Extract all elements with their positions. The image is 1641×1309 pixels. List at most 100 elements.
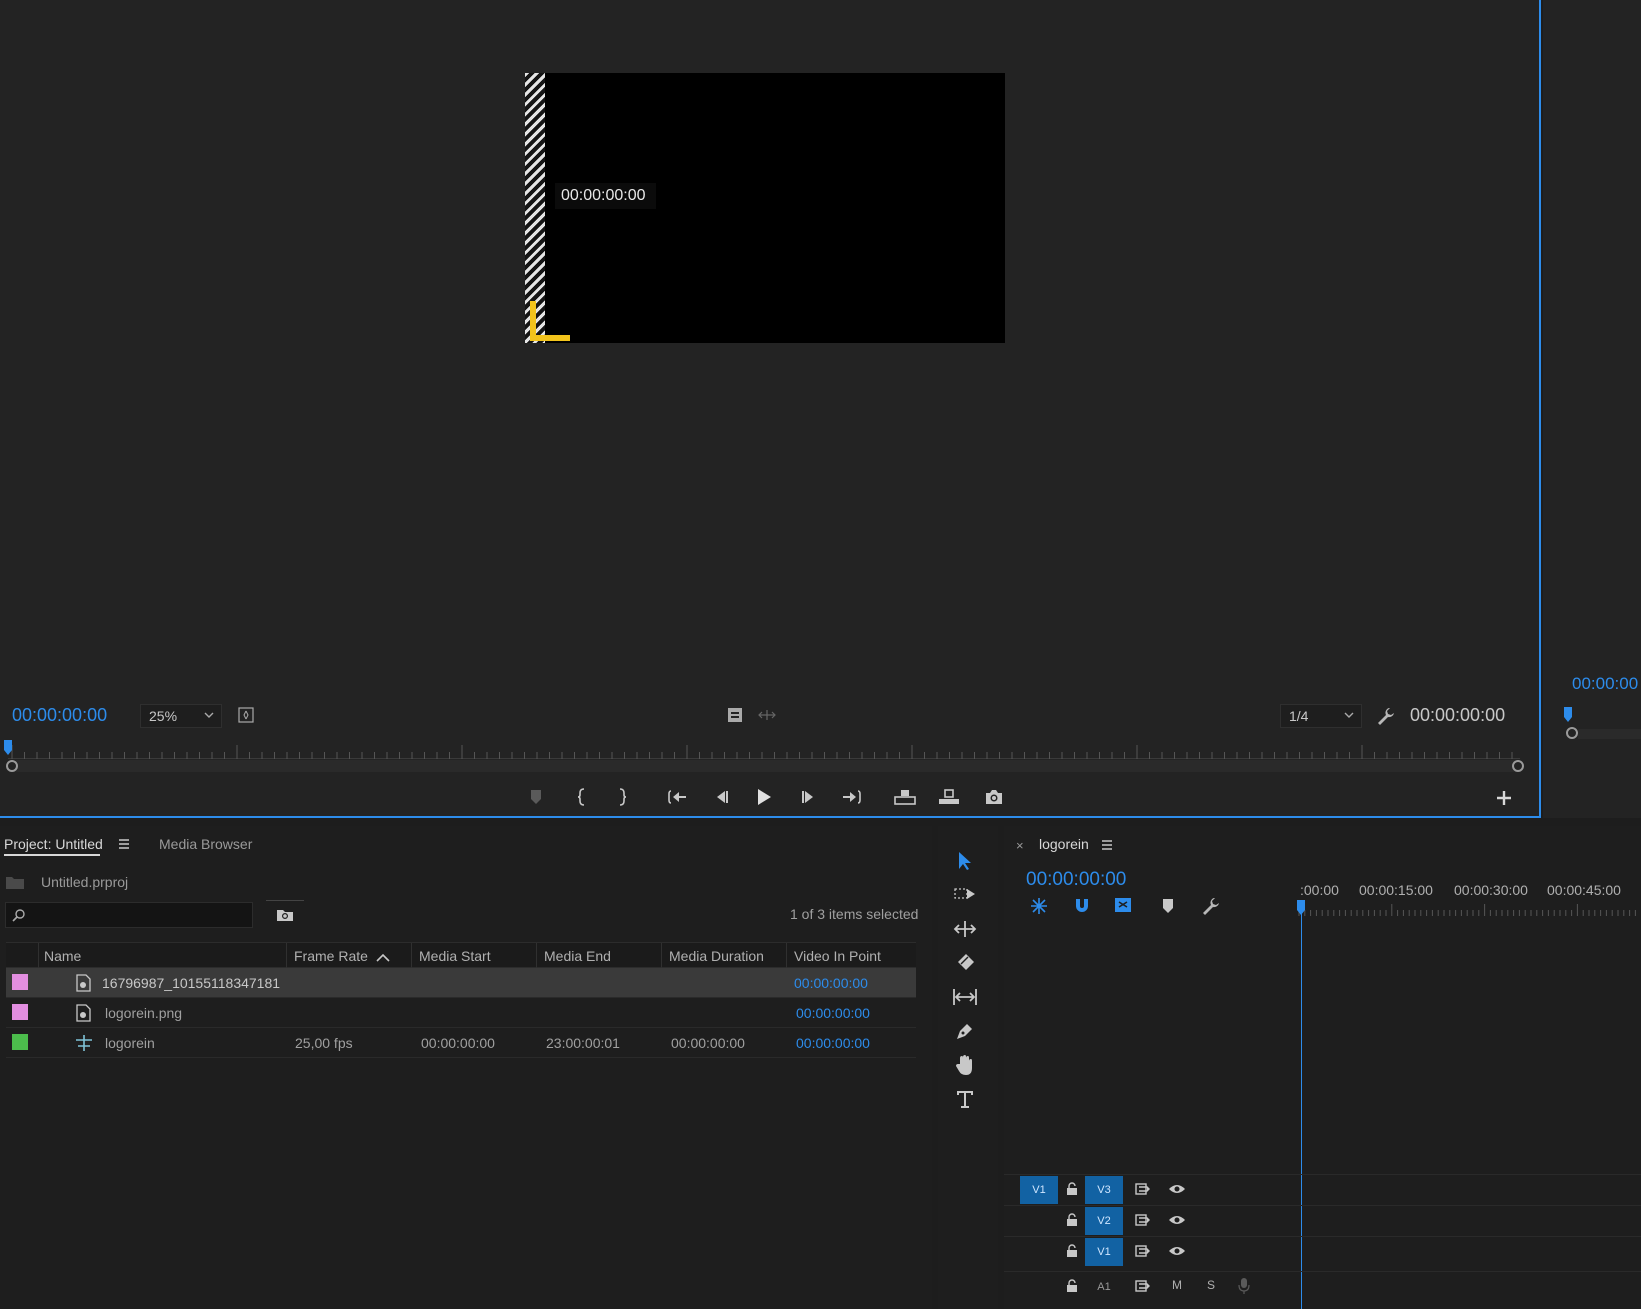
marker-icon	[531, 790, 541, 804]
tab-media-browser[interactable]: Media Browser	[159, 836, 252, 852]
column-name[interactable]: Name	[44, 948, 81, 964]
duration-timecode: 00:00:00:00	[1410, 705, 1506, 725]
sync-lock-icon[interactable]	[1135, 1182, 1151, 1196]
zoom-dropdown[interactable]: 25%	[140, 704, 222, 728]
wrench-icon[interactable]	[1376, 706, 1396, 726]
track-target-v2[interactable]: V2	[1085, 1207, 1123, 1235]
secondary-timecode[interactable]: 00:00:00	[1572, 674, 1638, 694]
row-video-in-point[interactable]: 00:00:00:00	[794, 975, 868, 991]
add-marker-icon[interactable]	[1161, 898, 1175, 914]
hand-tool[interactable]	[950, 1050, 980, 1080]
go-to-in-button[interactable]	[664, 784, 692, 810]
playhead-marker-icon[interactable]	[3, 740, 13, 756]
monitor-time-ruler[interactable]	[8, 745, 1520, 759]
table-row[interactable]: 16796987_10155118347181 00:00:00:00	[6, 968, 916, 998]
sync-lock-icon[interactable]	[1135, 1244, 1151, 1258]
ruler-label: :00:00	[1300, 882, 1339, 898]
project-panel	[0, 826, 932, 1309]
selection-arrow-icon	[959, 852, 971, 870]
lock-icon[interactable]	[1066, 1279, 1078, 1293]
step-back-button[interactable]	[707, 784, 735, 810]
mark-in-icon	[577, 788, 585, 806]
fit-settings-icon[interactable]	[238, 707, 254, 723]
scroll-handle-left[interactable]	[1566, 727, 1578, 739]
table-row[interactable]: logorein.png 00:00:00:00	[6, 998, 916, 1028]
column-frame-rate[interactable]: Frame Rate	[294, 948, 368, 964]
sync-lock-icon[interactable]	[1135, 1279, 1151, 1293]
add-marker-button[interactable]	[522, 784, 550, 810]
scroll-handle-right[interactable]	[1512, 760, 1524, 772]
track-header-v1: V1	[1004, 1236, 1641, 1266]
find-button[interactable]	[266, 900, 304, 928]
search-input[interactable]	[5, 902, 253, 928]
playhead-marker-icon[interactable]	[1563, 707, 1573, 723]
label-color-swatch[interactable]	[12, 1034, 28, 1050]
razor-icon	[958, 954, 974, 970]
panel-menu-icon[interactable]	[1101, 839, 1113, 851]
add-button-editor[interactable]	[1490, 785, 1518, 811]
row-video-in-point[interactable]: 00:00:00:00	[796, 1005, 870, 1021]
label-color-swatch[interactable]	[12, 974, 28, 990]
play-icon	[758, 789, 771, 805]
resolution-dropdown[interactable]: 1/4	[1280, 704, 1362, 728]
row-video-in-point[interactable]: 00:00:00:00	[796, 1035, 870, 1051]
zoom-scroll-bar[interactable]	[12, 760, 1520, 772]
scroll-handle-left[interactable]	[6, 760, 18, 772]
microphone-icon[interactable]	[1238, 1277, 1250, 1295]
track-select-tool[interactable]	[950, 879, 980, 909]
comparison-view-icon[interactable]	[727, 707, 743, 723]
selection-tool[interactable]	[950, 846, 980, 876]
track-select-icon	[954, 888, 975, 899]
panel-menu-icon[interactable]	[118, 838, 130, 850]
tab-project[interactable]: Project: Untitled	[4, 836, 103, 852]
go-to-out-button[interactable]	[837, 784, 865, 810]
extract-button[interactable]	[935, 784, 963, 810]
program-monitor: 00:00:00:00 00:00:00:00 25% 1/4 00:00:00…	[0, 0, 1541, 818]
extract-icon	[939, 789, 959, 804]
snap-magnet-icon[interactable]	[1073, 896, 1091, 914]
lock-icon[interactable]	[1066, 1182, 1078, 1196]
timeline-time-ruler[interactable]	[1297, 900, 1641, 918]
nest-toggle-icon[interactable]	[1029, 896, 1049, 916]
ripple-edit-tool[interactable]	[950, 914, 980, 944]
pen-tool[interactable]	[950, 1016, 980, 1046]
table-row[interactable]: logorein 25,00 fps 00:00:00:00 23:00:00:…	[6, 1028, 916, 1058]
timeline-settings-wrench-icon[interactable]	[1201, 896, 1221, 916]
eye-icon[interactable]	[1168, 1183, 1186, 1195]
mute-button[interactable]: M	[1172, 1278, 1182, 1292]
lock-icon[interactable]	[1066, 1244, 1078, 1258]
eye-icon[interactable]	[1168, 1214, 1186, 1226]
track-target-v1[interactable]: V1	[1085, 1238, 1123, 1266]
column-media-end[interactable]: Media End	[544, 948, 611, 964]
slip-tool[interactable]	[950, 982, 980, 1012]
column-video-in-point[interactable]: Video In Point	[794, 948, 881, 964]
lock-icon[interactable]	[1066, 1213, 1078, 1227]
play-button[interactable]	[750, 784, 778, 810]
scroll-track[interactable]	[1578, 729, 1641, 739]
export-frame-button[interactable]	[980, 784, 1008, 810]
linked-selection-icon[interactable]	[1113, 895, 1135, 915]
column-media-start[interactable]: Media Start	[419, 948, 491, 964]
mark-out-button[interactable]	[608, 784, 636, 810]
sync-lock-icon[interactable]	[1135, 1213, 1151, 1227]
mark-in-button[interactable]	[568, 784, 596, 810]
eye-icon[interactable]	[1168, 1245, 1186, 1257]
monitor-playhead-timecode[interactable]: 00:00:00:00	[12, 705, 107, 726]
track-target-v3[interactable]: V3	[1085, 1176, 1123, 1204]
source-patch-v1[interactable]: V1	[1020, 1176, 1058, 1204]
lift-button[interactable]	[891, 784, 919, 810]
label-color-swatch[interactable]	[12, 1004, 28, 1020]
timeline-timecode[interactable]: 00:00:00:00	[1026, 869, 1126, 891]
step-forward-button[interactable]	[795, 784, 823, 810]
video-preview[interactable]: 00:00:00:00	[525, 73, 1005, 343]
close-icon[interactable]: ×	[1016, 838, 1024, 853]
secondary-monitor: 00:00:00	[1543, 0, 1641, 818]
type-icon	[957, 1091, 973, 1108]
razor-tool[interactable]	[950, 948, 980, 978]
solo-button[interactable]: S	[1207, 1278, 1215, 1292]
tab-sequence[interactable]: logorein	[1039, 836, 1089, 852]
track-target-a1[interactable]: A1	[1085, 1273, 1123, 1301]
column-media-duration[interactable]: Media Duration	[669, 948, 764, 964]
trim-icon[interactable]	[758, 709, 776, 721]
type-tool[interactable]	[950, 1084, 980, 1114]
